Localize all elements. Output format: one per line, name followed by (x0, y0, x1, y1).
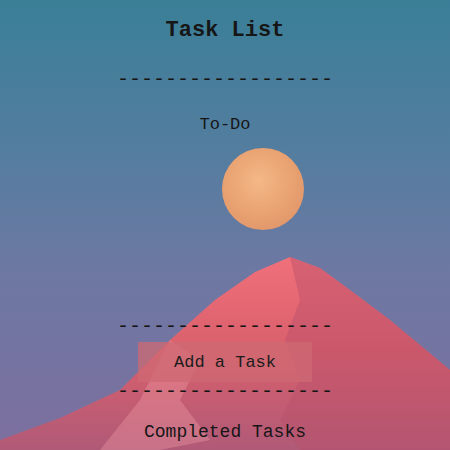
task-list-screen: Task List ------------------ To-Do -----… (0, 0, 450, 450)
title: Task List (166, 18, 285, 44)
divider: ------------------ (117, 317, 333, 337)
todo-list (75, 135, 375, 317)
todo-heading: To-Do (199, 115, 250, 135)
divider: ------------------ (117, 70, 333, 90)
divider: ------------------ (117, 382, 333, 402)
completed-heading: Completed Tasks (144, 421, 306, 443)
add-task-button[interactable]: Add a Task (138, 342, 312, 382)
task-list-panel: Task List ------------------ To-Do -----… (0, 0, 450, 450)
moon (222, 148, 304, 230)
